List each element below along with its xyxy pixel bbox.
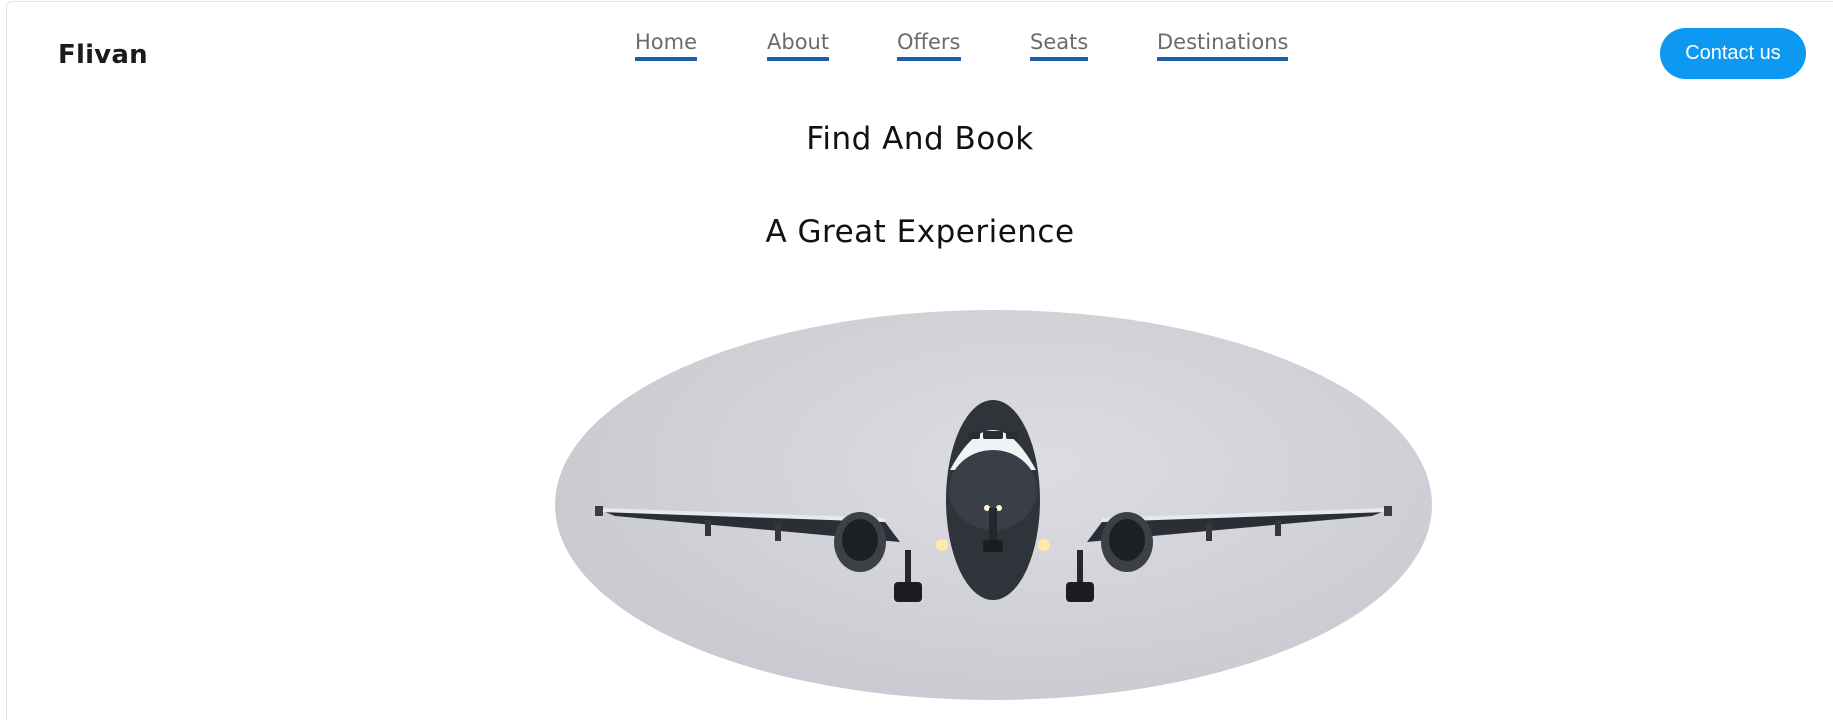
hero-headline-primary: Find And Book — [806, 121, 1034, 157]
nav-link-about[interactable]: About — [767, 29, 830, 61]
nav-link-destinations[interactable]: Destinations — [1157, 29, 1289, 61]
nav-link-home[interactable]: Home — [635, 29, 698, 61]
contact-us-button[interactable]: Contact us — [1660, 28, 1806, 79]
nav-link-seats[interactable]: Seats — [1030, 29, 1089, 61]
hero-image — [555, 310, 1432, 700]
airplane-illustration — [595, 400, 1392, 602]
main-nav: Home About Offers Seats Destinations — [0, 29, 1833, 63]
hero-headline-secondary: A Great Experience — [765, 214, 1075, 250]
nav-link-offers[interactable]: Offers — [897, 29, 961, 61]
